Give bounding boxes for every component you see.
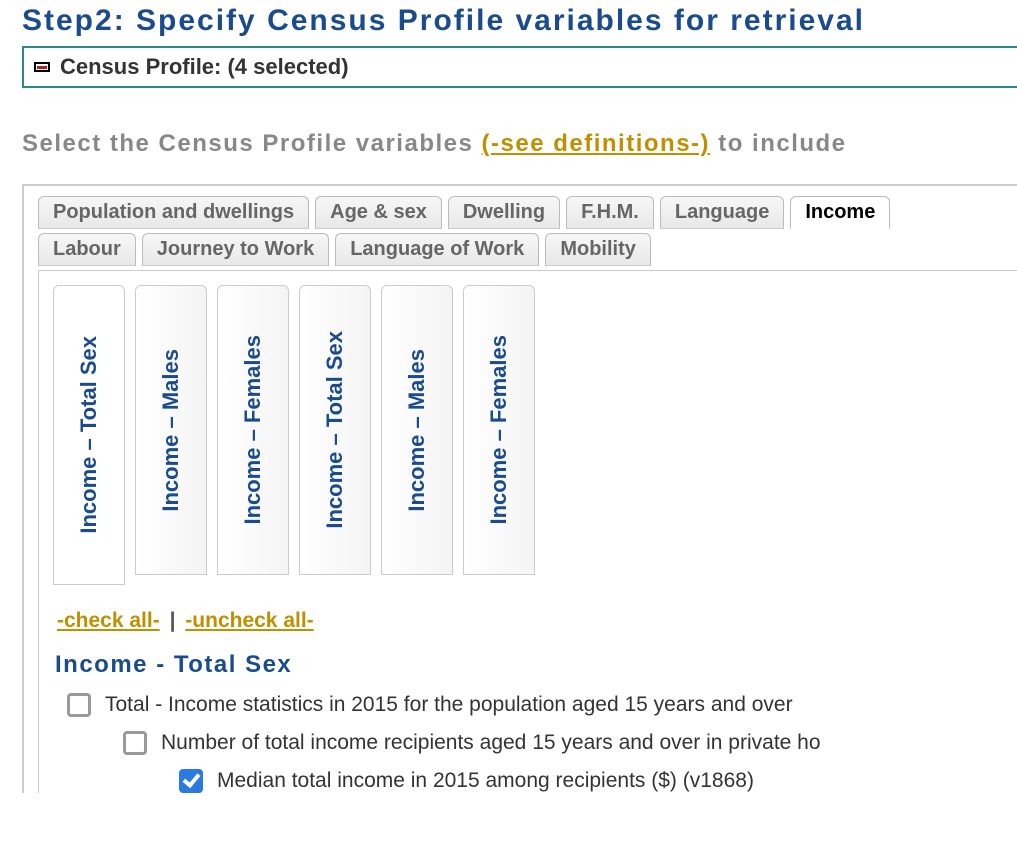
- collapse-icon: [34, 62, 50, 72]
- vtab-label: Income – Males: [158, 349, 184, 512]
- vtab-label: Income – Total Sex: [76, 336, 102, 534]
- tab-dwelling[interactable]: Dwelling: [448, 196, 560, 229]
- variable-label: Median total income in 2015 among recipi…: [217, 769, 754, 793]
- variable-row: Total - Income statistics in 2015 for th…: [67, 693, 1017, 717]
- tab-income[interactable]: Income: [790, 196, 890, 229]
- check-all-link[interactable]: -check all-: [57, 609, 160, 632]
- vertical-tabs: Income – Total Sex Income – Males Income…: [53, 285, 1017, 585]
- vtab-income-total-sex-1[interactable]: Income – Total Sex: [53, 285, 125, 585]
- profile-bar-label: Census Profile: (4 selected): [60, 54, 349, 80]
- tab-language-of-work[interactable]: Language of Work: [335, 233, 539, 266]
- checkbox[interactable]: [123, 731, 147, 755]
- vtab-label: Income – Total Sex: [322, 331, 348, 529]
- uncheck-all-link[interactable]: -uncheck all-: [185, 609, 313, 632]
- separator: |: [170, 609, 176, 632]
- main-tabs-row1: Population and dwellings Age & sex Dwell…: [38, 196, 1017, 229]
- tab-journey-to-work[interactable]: Journey to Work: [142, 233, 329, 266]
- tab-fhm[interactable]: F.H.M.: [566, 196, 654, 229]
- instruction-text: Select the Census Profile variables (-se…: [22, 130, 1017, 158]
- vtab-label: Income – Females: [240, 335, 266, 525]
- tab-age-sex[interactable]: Age & sex: [315, 196, 442, 229]
- main-tabs-row2: Labour Journey to Work Language of Work …: [38, 233, 1017, 266]
- checkbox[interactable]: [179, 769, 203, 793]
- variables-panel: Population and dwellings Age & sex Dwell…: [22, 184, 1017, 793]
- vtab-income-females-2[interactable]: Income – Females: [463, 285, 535, 575]
- variable-row: Median total income in 2015 among recipi…: [179, 769, 1017, 793]
- variable-label: Number of total income recipients aged 1…: [161, 731, 821, 755]
- vtab-income-males-1[interactable]: Income – Males: [135, 285, 207, 575]
- instruction-prefix: Select the Census Profile variables: [22, 130, 482, 157]
- vtab-label: Income – Females: [486, 335, 512, 525]
- see-definitions-link[interactable]: (-see definitions-): [482, 130, 711, 157]
- instruction-suffix: to include: [710, 130, 847, 157]
- check-links: -check all- | -uncheck all-: [57, 609, 1017, 633]
- tab-population-dwellings[interactable]: Population and dwellings: [38, 196, 309, 229]
- vtab-income-total-sex-2[interactable]: Income – Total Sex: [299, 285, 371, 575]
- checkbox[interactable]: [67, 693, 91, 717]
- variable-row: Number of total income recipients aged 1…: [123, 731, 1017, 755]
- section-title: Income - Total Sex: [55, 651, 1017, 679]
- profile-collapse-bar[interactable]: Census Profile: (4 selected): [22, 46, 1017, 88]
- variable-label: Total - Income statistics in 2015 for th…: [105, 693, 793, 717]
- tab-language[interactable]: Language: [660, 196, 784, 229]
- tab-mobility[interactable]: Mobility: [545, 233, 651, 266]
- vtab-label: Income – Males: [404, 349, 430, 512]
- step-title: Step2: Specify Census Profile variables …: [22, 4, 1017, 38]
- vtab-income-males-2[interactable]: Income – Males: [381, 285, 453, 575]
- vtab-income-females-1[interactable]: Income – Females: [217, 285, 289, 575]
- tab-labour[interactable]: Labour: [38, 233, 136, 266]
- income-sub-panel: Income – Total Sex Income – Males Income…: [38, 270, 1017, 793]
